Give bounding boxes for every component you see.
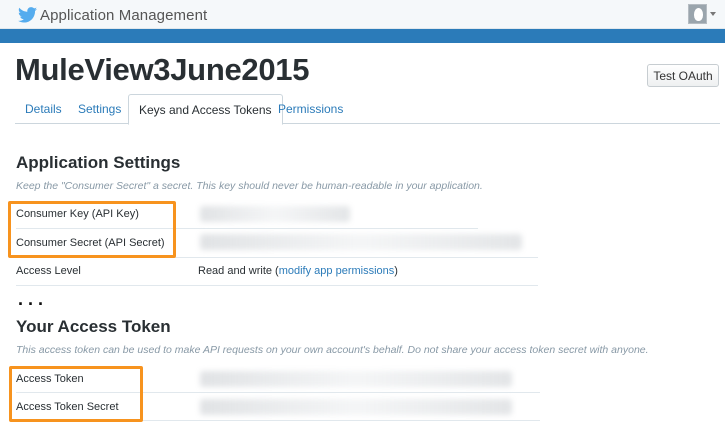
- access-level-label: Access Level: [16, 265, 81, 277]
- access-level-value: Read and write (modify app permissions): [198, 265, 398, 277]
- divider: [16, 257, 538, 258]
- tab-details[interactable]: Details: [15, 94, 72, 124]
- consumer-key-value: [200, 206, 350, 222]
- brand[interactable]: Application Management: [18, 5, 207, 25]
- divider: [16, 228, 478, 229]
- divider: [16, 392, 540, 393]
- access-token-value: [200, 371, 512, 387]
- chevron-down-icon[interactable]: [710, 12, 716, 16]
- consumer-secret-label: Consumer Secret (API Secret): [16, 237, 165, 249]
- twitter-bird-icon: [18, 7, 37, 23]
- access-level-text: Read and write (: [198, 265, 279, 277]
- default-egg-avatar-icon[interactable]: [688, 4, 707, 24]
- access-token-secret-value: [200, 399, 512, 415]
- consumer-key-label: Consumer Key (API Key): [16, 208, 139, 220]
- omitted-content-ellipsis: ...: [18, 289, 49, 309]
- account-menu[interactable]: [688, 4, 716, 24]
- tab-settings[interactable]: Settings: [68, 94, 131, 124]
- access-token-label: Access Token: [16, 373, 84, 385]
- access-token-secret-label: Access Token Secret: [16, 401, 119, 413]
- application-settings-heading: Application Settings: [16, 153, 181, 172]
- top-navigation-bar: Application Management: [0, 0, 725, 29]
- application-settings-description: Keep the "Consumer Secret" a secret. Thi…: [16, 180, 483, 192]
- access-token-description: This access token can be used to make AP…: [16, 344, 649, 356]
- test-oauth-button[interactable]: Test OAuth: [647, 64, 719, 87]
- tab-bar: Details Settings Keys and Access Tokens …: [15, 94, 720, 125]
- access-level-suffix: ): [394, 265, 398, 277]
- divider: [16, 285, 538, 286]
- tab-permissions[interactable]: Permissions: [268, 94, 353, 124]
- app-management-title: Application Management: [40, 6, 208, 24]
- modify-app-permissions-link[interactable]: modify app permissions: [279, 265, 395, 277]
- tab-keys-and-access-tokens[interactable]: Keys and Access Tokens: [128, 94, 283, 125]
- divider: [16, 420, 540, 421]
- page-title: MuleView3June2015: [15, 52, 310, 87]
- consumer-secret-value: [200, 234, 522, 250]
- access-token-heading: Your Access Token: [16, 317, 171, 336]
- header-band: [0, 29, 725, 43]
